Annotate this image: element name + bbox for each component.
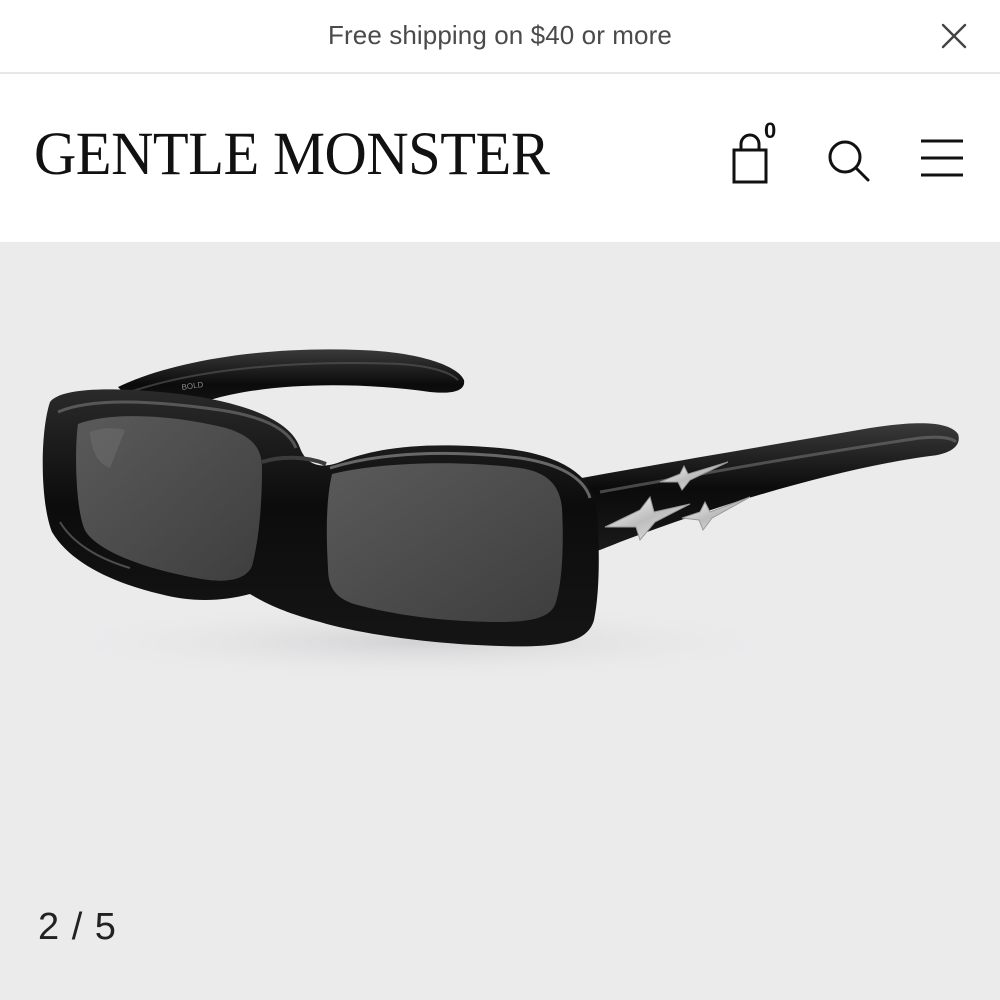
cart-count-badge: 0 [764,118,777,143]
search-button[interactable] [824,136,872,184]
hamburger-menu-icon [921,139,963,177]
site-header: GENTLE MONSTER 0 [0,76,1000,242]
announcement-bar: Free shipping on $40 or more [0,0,1000,74]
announcement-text: Free shipping on $40 or more [328,20,672,50]
brand-logo[interactable]: GENTLE MONSTER [34,124,550,185]
slide-counter: 2 / 5 [38,906,117,948]
search-icon [828,140,870,182]
close-icon [941,23,967,49]
product-page: Free shipping on $40 or more GENTLE MONS… [0,0,1000,1000]
close-announcement-button[interactable] [936,18,972,54]
menu-button[interactable] [918,136,966,180]
product-gallery[interactable]: BOLD 2 / 5 [0,242,1000,1000]
product-sunglasses-image[interactable]: BOLD [0,242,1000,1000]
